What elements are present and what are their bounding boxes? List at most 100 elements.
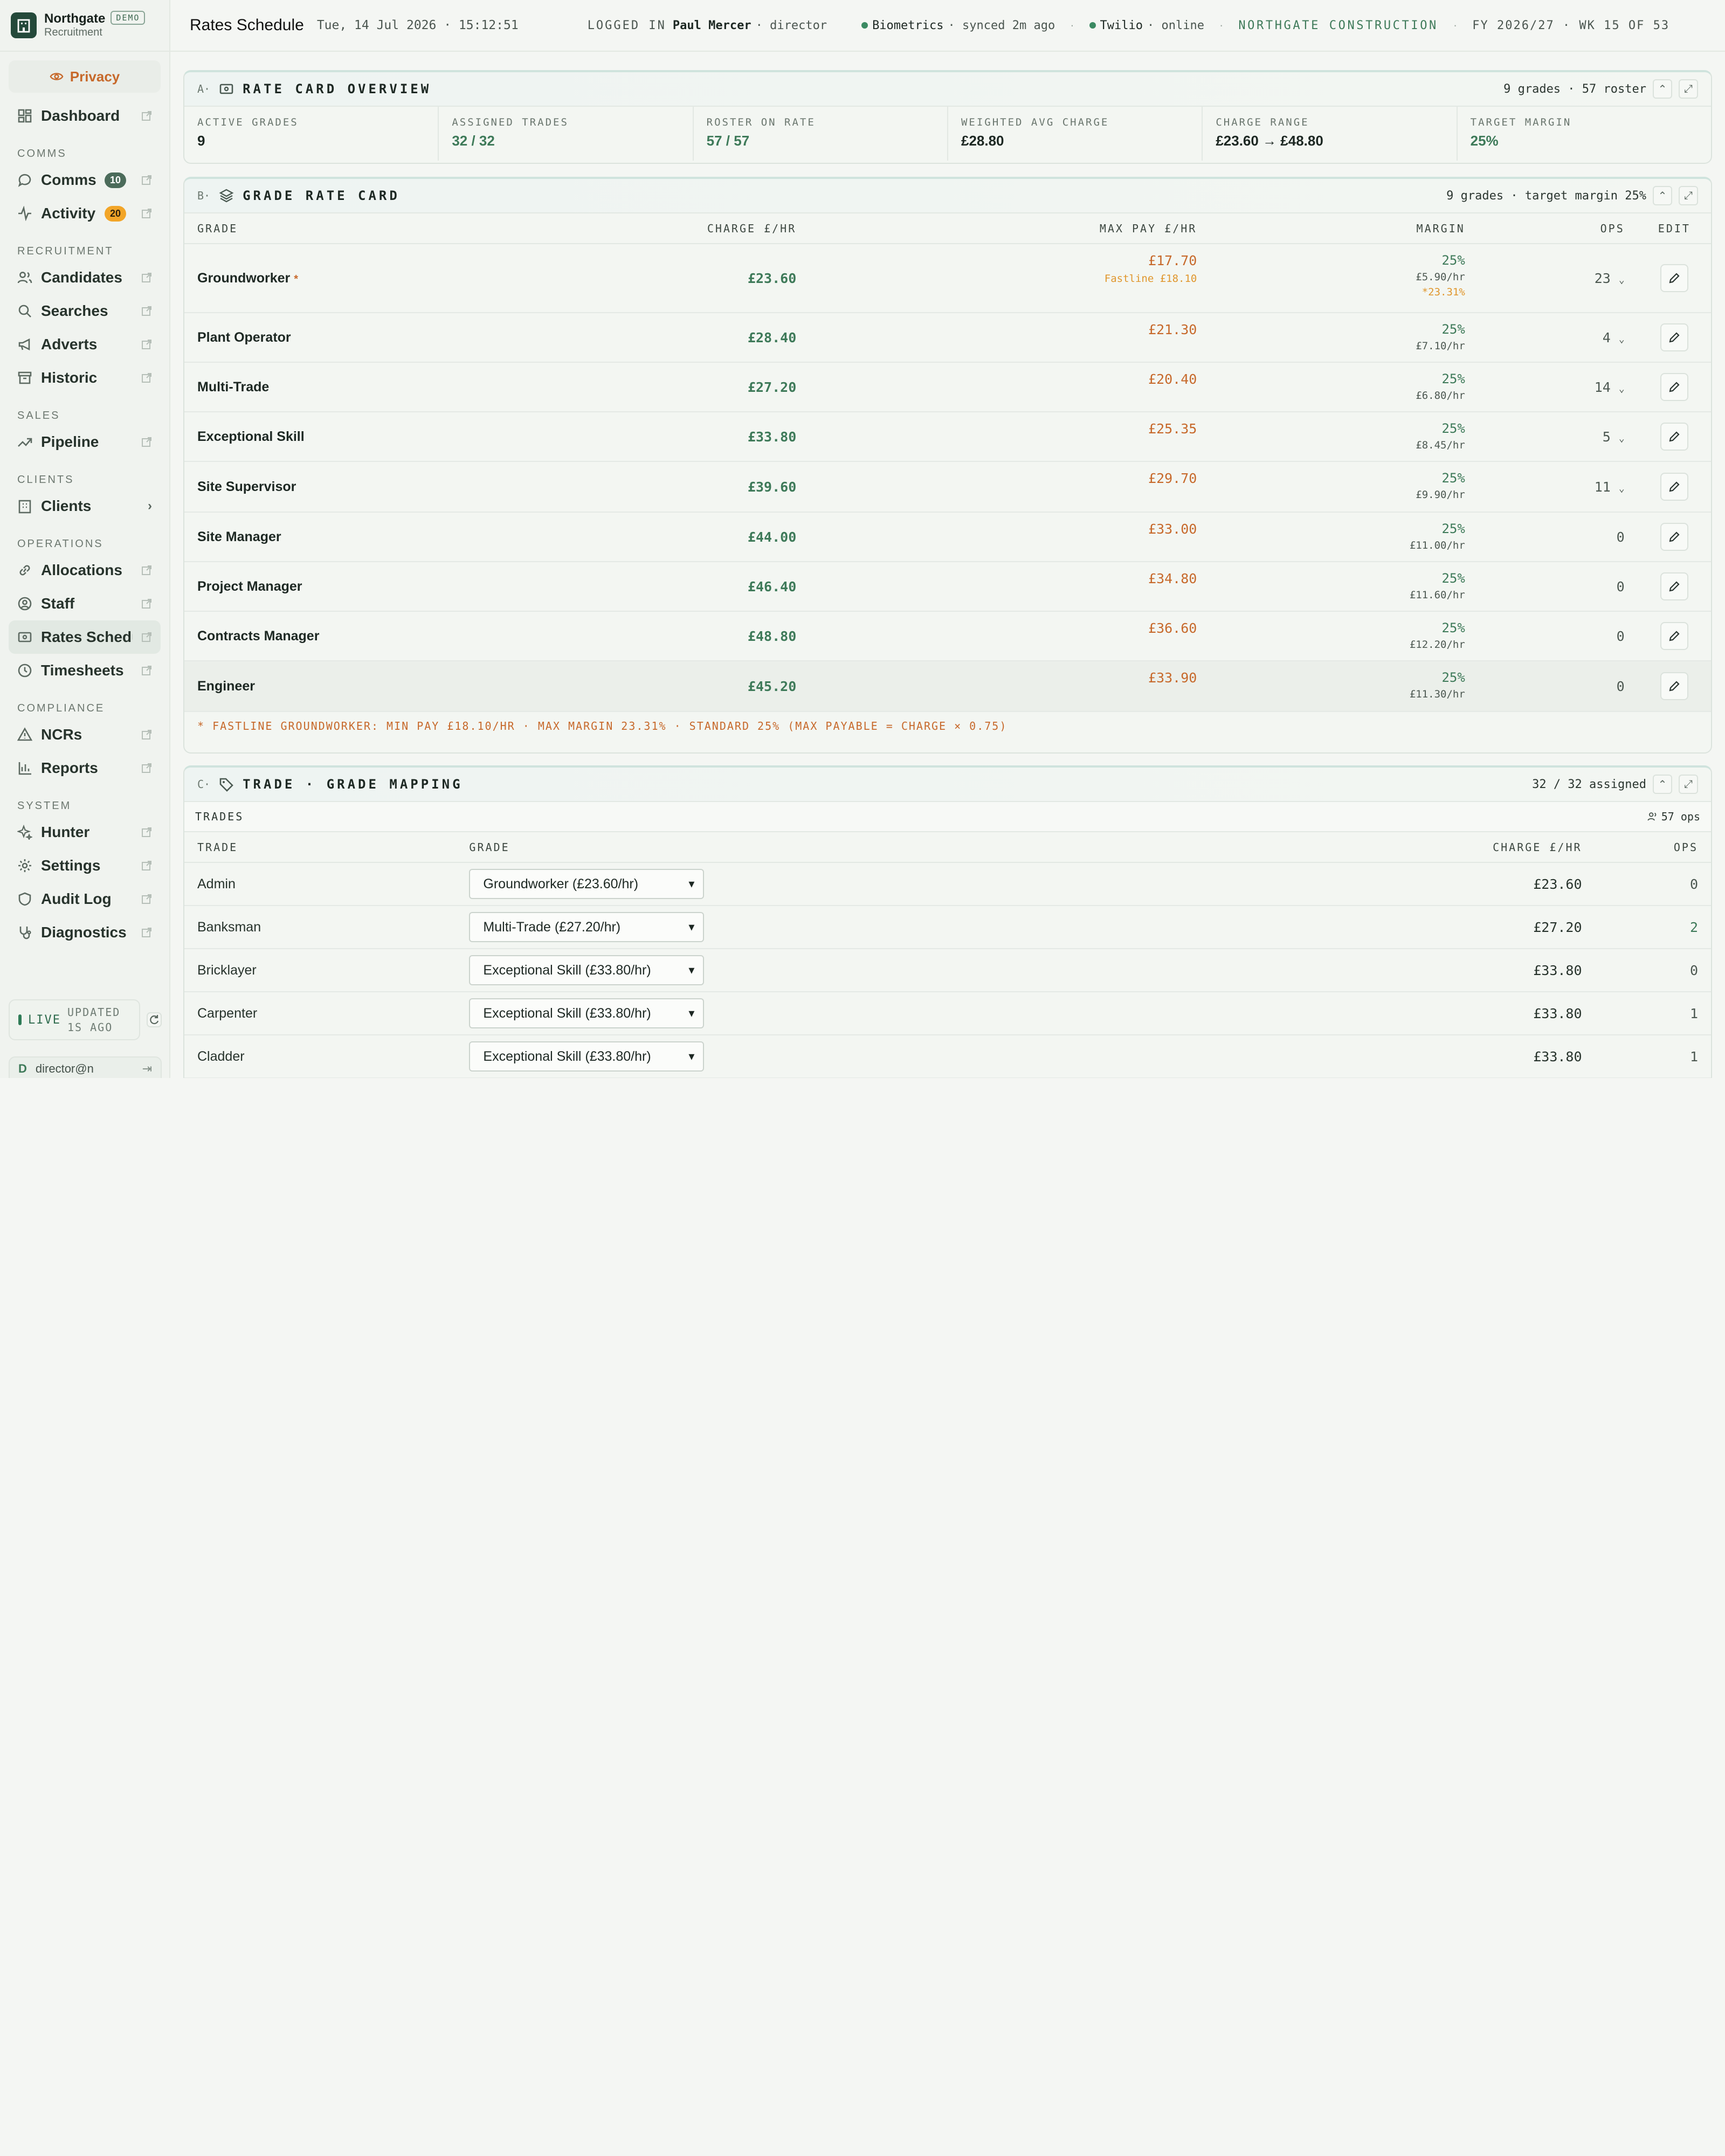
edit-button[interactable]	[1660, 473, 1688, 501]
collapse-chevron-up-icon[interactable]: ⌃	[1653, 186, 1672, 205]
building-icon	[18, 500, 31, 514]
col-ops[interactable]: OPS	[1465, 213, 1638, 244]
external-link-icon[interactable]	[141, 763, 152, 773]
grade-select[interactable]: Exceptional Skill (£33.80/hr) ▾	[469, 998, 705, 1028]
col-grade[interactable]: GRADE	[184, 213, 519, 244]
chevron-down-icon[interactable]: ⌄	[1619, 483, 1625, 494]
grade-select[interactable]: Exceptional Skill (£33.80/hr) ▾	[469, 955, 705, 985]
grade-select[interactable]: Exceptional Skill (£33.80/hr) ▾	[469, 1041, 705, 1072]
sidebar-item-allocations[interactable]: Allocations	[9, 554, 161, 587]
grade-rate-card: B· GRADE RATE CARD 9 grades · target mar…	[183, 177, 1712, 754]
ops-cell[interactable]: 23 ⌄	[1465, 244, 1638, 313]
external-link-icon[interactable]	[141, 565, 152, 576]
ops-cell[interactable]: 4 ⌄	[1465, 313, 1638, 363]
external-link-icon[interactable]	[141, 306, 152, 316]
edit-button[interactable]	[1660, 423, 1688, 451]
brand[interactable]: Northgate Recruitment DEMO	[0, 0, 169, 52]
chevron-down-icon[interactable]: ⌄	[1619, 274, 1625, 286]
external-link-icon[interactable]	[141, 860, 152, 871]
chevron-down-icon[interactable]: ⌄	[1619, 383, 1625, 395]
sidebar-label: Hunter	[41, 824, 90, 840]
external-link-icon[interactable]	[141, 827, 152, 838]
sidebar-item-dashboard[interactable]: Dashboard	[9, 99, 161, 133]
external-link-icon[interactable]	[141, 272, 152, 283]
logged-in-user[interactable]: Paul Mercer	[673, 19, 751, 32]
section-letter: C·	[197, 778, 211, 791]
chevron-down-icon[interactable]: ⌄	[1619, 433, 1625, 444]
sidebar-item-clients[interactable]: Clients ›	[9, 489, 161, 523]
card-header: B· GRADE RATE CARD 9 grades · target mar…	[184, 179, 1711, 213]
kpi-value: £23.60 → £48.80	[1216, 133, 1323, 149]
col-trade[interactable]: TRADE	[184, 832, 470, 863]
col-charge[interactable]: CHARGE £/HR	[1092, 832, 1582, 863]
external-link-icon[interactable]	[141, 665, 152, 676]
edit-button[interactable]	[1660, 373, 1688, 401]
ops-cell[interactable]: 5 ⌄	[1465, 412, 1638, 462]
external-link-icon[interactable]	[141, 437, 152, 447]
sidebar-item-reports[interactable]: Reports	[9, 751, 161, 785]
col-maxpay[interactable]: MAX PAY £/HR	[796, 213, 1197, 244]
external-link-icon[interactable]	[141, 632, 152, 642]
collapse-chevron-up-icon[interactable]: ⌃	[1653, 79, 1672, 99]
edit-button[interactable]	[1660, 572, 1688, 600]
collapse-chevron-up-icon[interactable]: ⌃	[1653, 775, 1672, 794]
sidebar-item-hunter[interactable]: Hunter	[9, 816, 161, 849]
edit-button[interactable]	[1660, 523, 1688, 551]
edit-button[interactable]	[1660, 622, 1688, 650]
ops-cell[interactable]: 11 ⌄	[1465, 461, 1638, 513]
sidebar-item-candidates[interactable]: Candidates	[9, 261, 161, 294]
ops-count: 4	[1602, 329, 1611, 345]
external-link-icon[interactable]	[141, 372, 152, 383]
edit-button[interactable]	[1660, 323, 1688, 351]
ops-cell[interactable]: 14 ⌄	[1465, 362, 1638, 412]
sidebar-item-comms[interactable]: Comms 10	[9, 163, 161, 197]
edit-button[interactable]	[1660, 264, 1688, 292]
margin-per-hr: £8.45/hr	[1416, 439, 1465, 451]
grade-select[interactable]: Multi-Trade (£27.20/hr) ▾	[469, 912, 705, 942]
col-margin[interactable]: MARGIN	[1197, 213, 1465, 244]
col-ops[interactable]: OPS	[1582, 832, 1711, 863]
shield-icon	[18, 892, 31, 906]
sidebar-item-staff[interactable]: Staff	[9, 587, 161, 620]
external-link-icon[interactable]	[141, 598, 152, 609]
archive-icon	[18, 371, 32, 384]
col-grade[interactable]: GRADE	[469, 832, 1093, 863]
grade-name: Site Manager	[184, 512, 519, 562]
warning-triangle-icon	[17, 727, 32, 741]
logout-icon[interactable]: ⇥	[142, 1062, 152, 1076]
kpi-value: 9	[197, 133, 205, 149]
external-link-icon[interactable]	[141, 339, 152, 350]
sidebar-item-ncrs[interactable]: NCRs	[9, 718, 161, 751]
refresh-icon[interactable]	[147, 1012, 162, 1027]
external-link-icon[interactable]	[141, 927, 152, 938]
megaphone-icon	[18, 338, 30, 351]
section-letter: A·	[197, 82, 211, 95]
sidebar-item-audit-log[interactable]: Audit Log	[9, 882, 161, 916]
section-recruitment: RECRUITMENT	[17, 245, 114, 257]
grade-select[interactable]: Groundworker (£23.60/hr) ▾	[469, 869, 705, 899]
sidebar-item-pipeline[interactable]: Pipeline	[9, 425, 161, 459]
user-menu[interactable]: D director@n ⇥	[9, 1056, 162, 1078]
chevron-right-icon[interactable]: ›	[148, 499, 152, 514]
external-link-icon[interactable]	[141, 110, 152, 121]
sidebar-item-timesheets[interactable]: Timesheets	[9, 654, 161, 687]
expand-icon[interactable]: ⤢	[1679, 186, 1698, 205]
chevron-down-icon[interactable]: ⌄	[1619, 334, 1625, 345]
external-link-icon[interactable]	[141, 729, 152, 740]
sidebar-item-adverts[interactable]: Adverts	[9, 328, 161, 361]
sidebar-item-settings[interactable]: Settings	[9, 849, 161, 882]
edit-button[interactable]	[1660, 672, 1688, 700]
col-charge[interactable]: CHARGE £/HR	[518, 213, 797, 244]
sidebar-item-searches[interactable]: Searches	[9, 294, 161, 328]
expand-icon[interactable]: ⤢	[1679, 775, 1698, 794]
expand-icon[interactable]: ⤢	[1679, 79, 1698, 99]
external-link-icon[interactable]	[141, 894, 152, 904]
sidebar-item-rates-schedule[interactable]: Rates Schedule	[9, 620, 161, 654]
sidebar-item-diagnostics[interactable]: Diagnostics	[9, 916, 161, 949]
sidebar-item-activity[interactable]: Activity 20	[9, 197, 161, 230]
external-link-icon[interactable]	[141, 208, 152, 219]
sidebar-item-historic[interactable]: Historic	[9, 361, 161, 395]
external-link-icon[interactable]	[141, 175, 152, 185]
margin-cell: 25% £12.20/hr	[1197, 611, 1465, 661]
privacy-button[interactable]: Privacy	[9, 60, 161, 93]
